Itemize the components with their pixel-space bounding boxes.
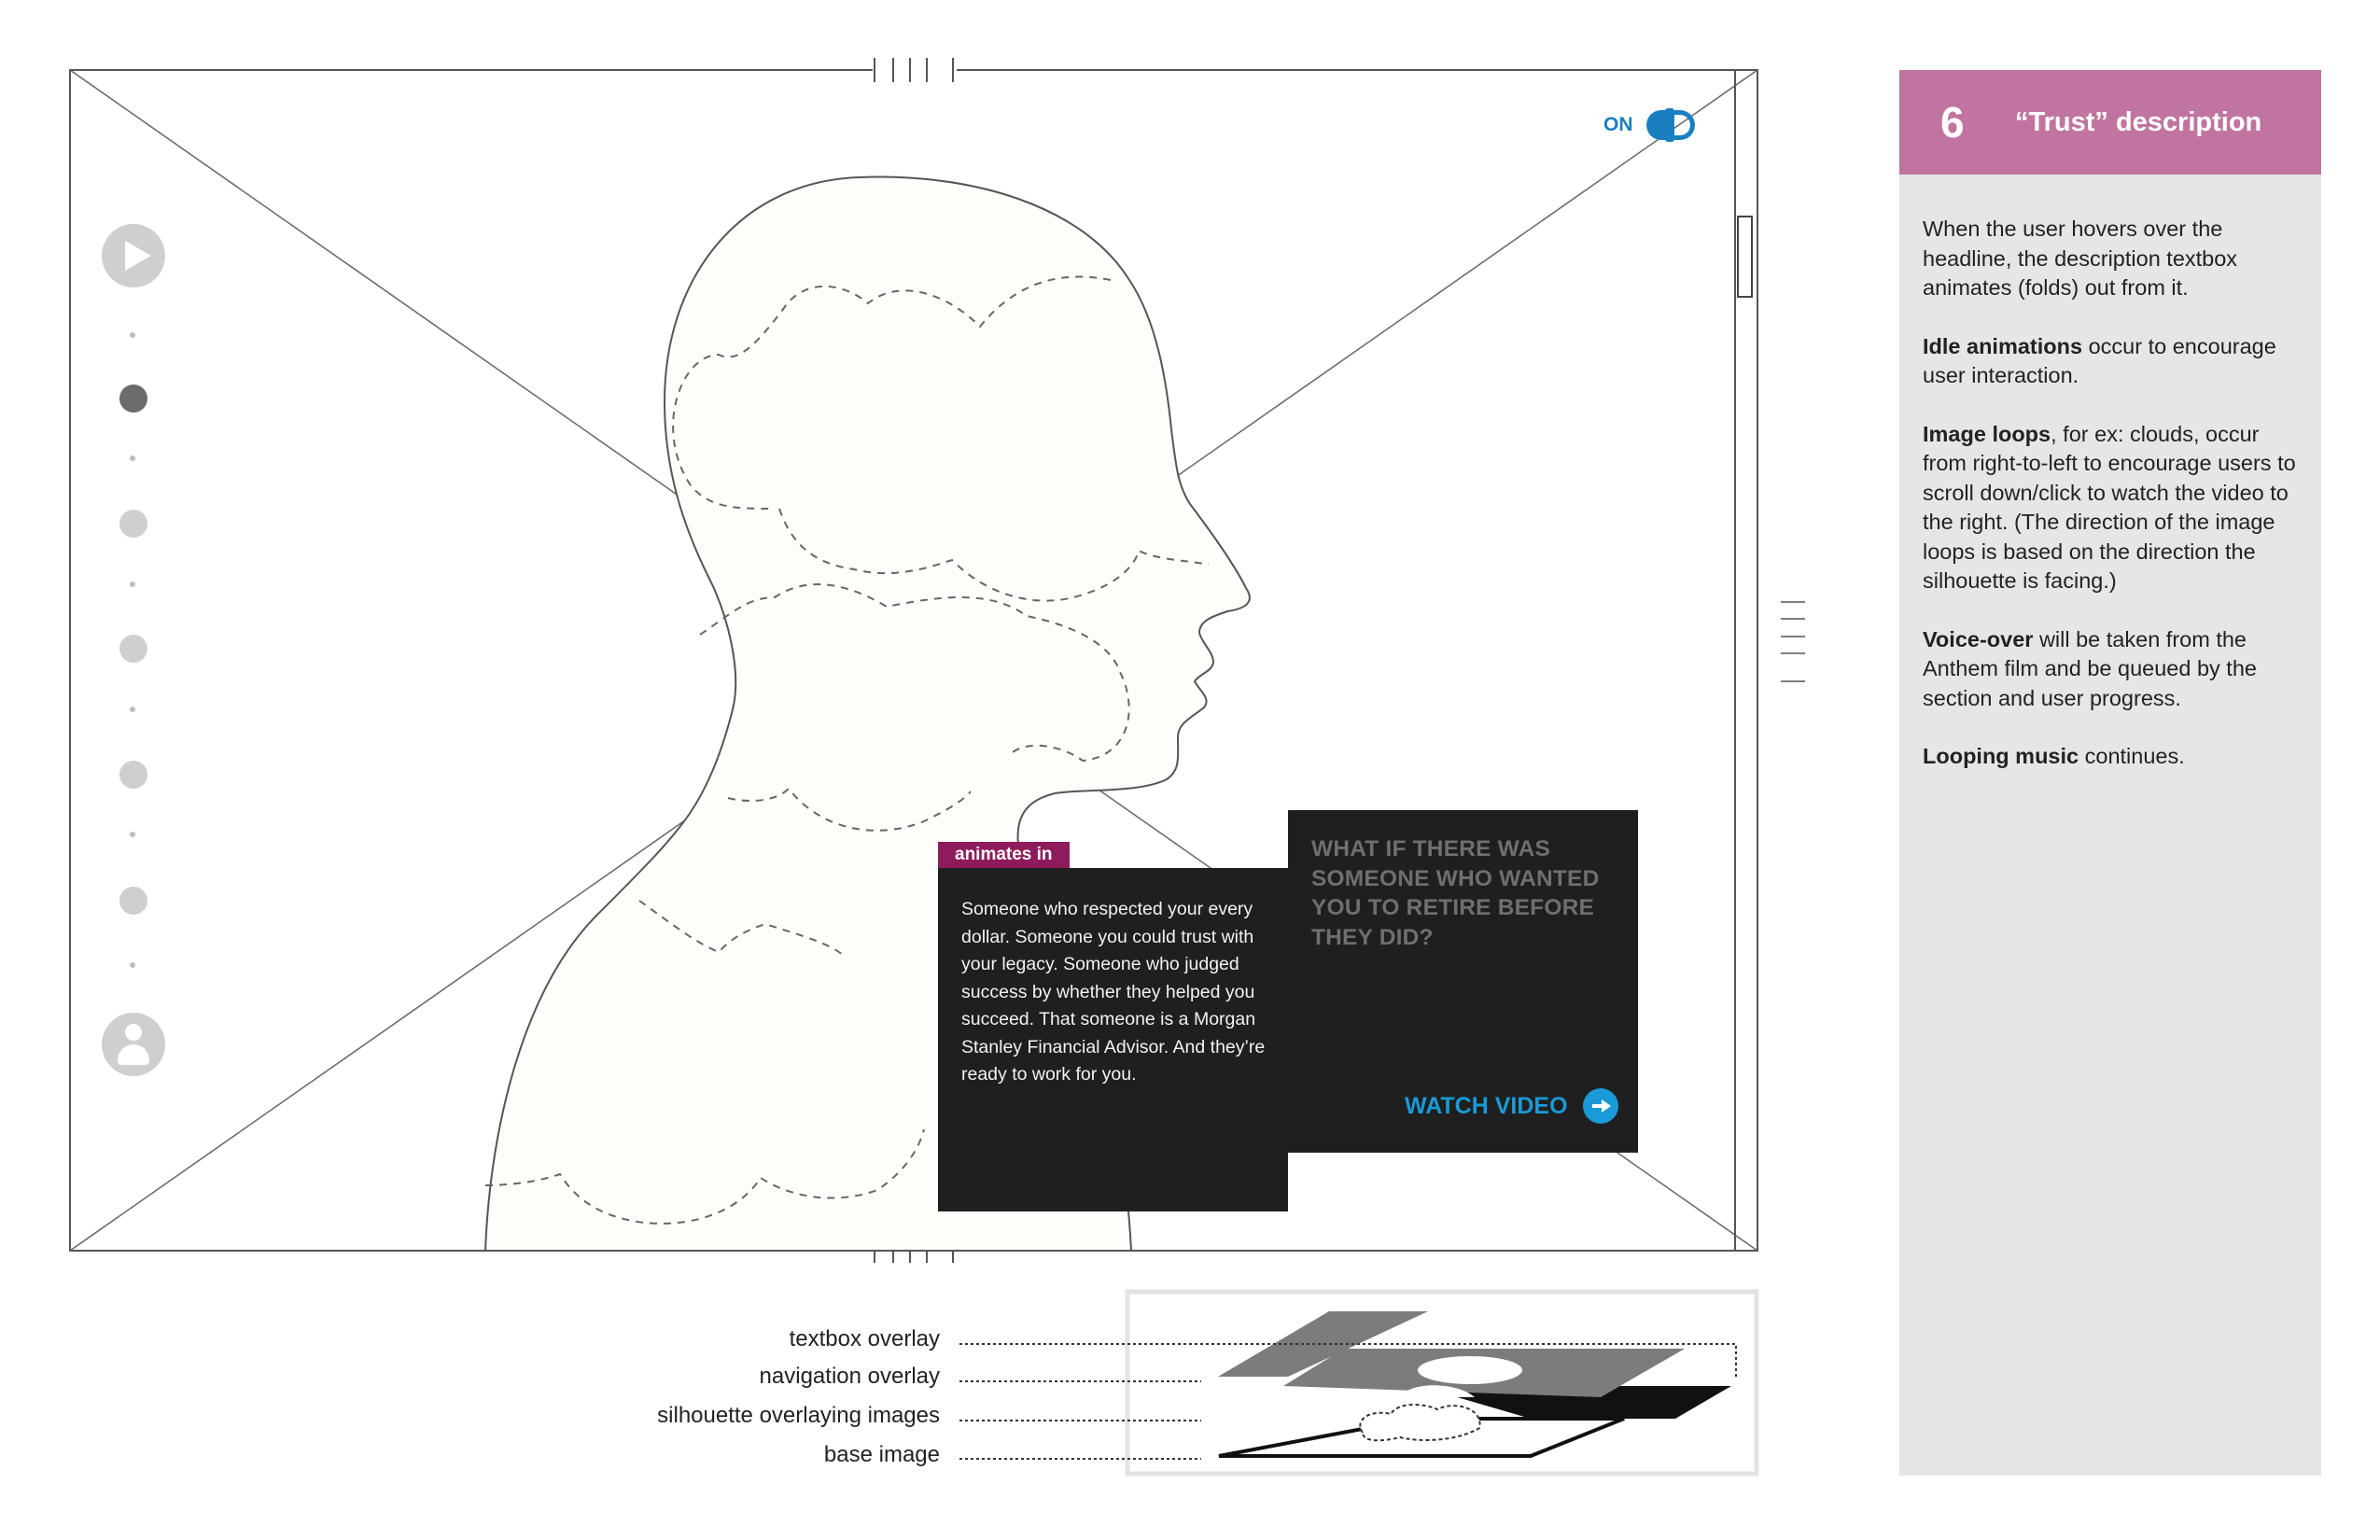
description-textbox: Someone who respected your every dollar.… (938, 868, 1288, 1211)
annotation-paragraph-5: Looping music continues. (1923, 744, 2185, 768)
annotation-paragraph-1: When the user hovers over the headline, … (1923, 217, 2238, 300)
sound-label: ON (1603, 114, 1633, 135)
profile-icon[interactable] (102, 1013, 165, 1076)
watch-video-label: WATCH VIDEO (1405, 1092, 1568, 1119)
layer-navigation-hole (1418, 1356, 1522, 1384)
annotation-body: When the user hovers over the headline, … (1923, 215, 2305, 801)
arrow-right-circle-icon (1582, 1088, 1618, 1124)
animates-in-tag: animates in (938, 842, 1070, 868)
annotation-paragraph-4: Voice-over will be taken from the Anthem… (1923, 626, 2257, 710)
annotation-number: 6 (1940, 98, 1965, 147)
watch-video-button[interactable]: WATCH VIDEO (1405, 1088, 1618, 1124)
nav-dot-section-4[interactable] (119, 761, 147, 789)
nav-dot-section-2[interactable] (119, 510, 147, 538)
headline-textbox[interactable]: WHAT IF THERE WAS SOMEONE WHO WANTED YOU… (1288, 810, 1638, 1153)
annotation-paragraph-3: Image loops, for ex: clouds, occur from … (1923, 421, 2296, 594)
sound-toggle[interactable]: ON (1603, 108, 1697, 142)
layer-label-navigation-overlay: navigation overlay (759, 1364, 940, 1389)
layer-label-base-image: base image (823, 1442, 940, 1467)
headline-text[interactable]: WHAT IF THERE WAS SOMEONE WHO WANTED YOU… (1311, 834, 1615, 952)
scrollbar-thumb[interactable] (1737, 216, 1753, 298)
nav-dot-section-5[interactable] (119, 887, 147, 915)
annotation-paragraph-2: Idle animations occur to encourage user … (1923, 333, 2276, 388)
side-resize-handle[interactable] (1781, 601, 1805, 682)
layer-label-silhouette: silhouette overlaying images (657, 1403, 940, 1428)
description-text: Someone who respected your every dollar.… (961, 899, 1266, 1085)
annotation-panel: 6 “Trust” description When the user hove… (1899, 70, 2321, 1476)
nav-dot-section-1[interactable] (119, 385, 147, 413)
layer-label-textbox-overlay: textbox overlay (789, 1326, 940, 1351)
nav-dot-section-3[interactable] (119, 635, 147, 663)
play-icon[interactable] (102, 224, 165, 287)
sound-toggle-icon (1645, 108, 1697, 142)
annotation-title: “Trust” description (2015, 106, 2262, 137)
annotation-header: 6 “Trust” description (1899, 70, 2321, 175)
